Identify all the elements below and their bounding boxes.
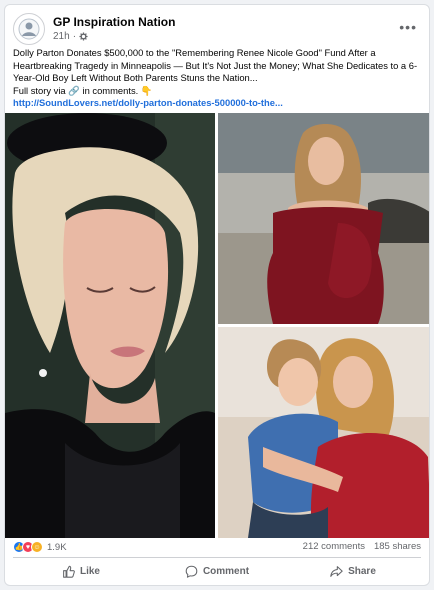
share-button[interactable]: Share — [285, 559, 421, 583]
like-button[interactable]: Like — [13, 559, 149, 583]
post-text-line: Full story via 🔗 in comments. 👇 — [13, 84, 153, 96]
post-link[interactable]: http://SoundLovers.net/dolly-parton-dona… — [13, 97, 423, 110]
post-card: GP Inspiration Nation 21h · ••• Dolly Pa… — [4, 4, 430, 586]
thumbs-up-icon — [63, 565, 75, 578]
photo-top-right[interactable] — [218, 113, 429, 324]
photo-left[interactable] — [5, 113, 215, 538]
post-stats: 👍 ♥ ☺ 1.9K 212 comments 185 shares — [13, 541, 421, 557]
photo-grid — [5, 113, 429, 538]
post-text-line: Year-Old Boy Left Without Both Parents S… — [13, 72, 258, 83]
post-text-line: Dolly Parton Donates $500,000 to the "Re… — [13, 47, 376, 58]
comment-label: Comment — [202, 565, 250, 577]
like-label: Like — [79, 565, 100, 577]
engagement-counts: 212 comments 185 shares — [303, 541, 421, 552]
post-time[interactable]: 21h — [53, 31, 70, 42]
woman-hugging-boy-photo-icon — [218, 327, 429, 538]
comment-button[interactable]: Comment — [149, 559, 285, 583]
comments-count[interactable]: 212 comments — [303, 541, 365, 552]
shares-count[interactable]: 185 shares — [374, 541, 421, 552]
reaction-summary[interactable]: 👍 ♥ ☺ 1.9K — [13, 541, 67, 553]
comment-bubble-icon — [185, 565, 198, 578]
page-avatar[interactable] — [13, 13, 45, 45]
post-actions: Like Comment Share — [13, 559, 421, 583]
settings-gear-icon[interactable] — [79, 32, 88, 41]
share-label: Share — [348, 565, 376, 577]
woman-in-black-portrait-icon — [5, 113, 215, 538]
actions-divider — [13, 557, 421, 558]
post-text-line: Heartbreaking Tragedy in Minneapolis — B… — [13, 59, 418, 71]
post-meta: 21h · — [53, 31, 88, 42]
page-name-link[interactable]: GP Inspiration Nation — [53, 15, 175, 29]
woman-in-red-dress-at-beach-icon — [218, 113, 429, 324]
more-options-icon[interactable]: ••• — [399, 19, 417, 35]
post-header: GP Inspiration Nation 21h · ••• — [13, 13, 421, 47]
care-reaction-icon: ☺ — [31, 541, 43, 553]
post-text: Dolly Parton Donates $500,000 to the "Re… — [13, 47, 423, 110]
page-logo-icon — [18, 18, 40, 40]
reaction-count[interactable]: 1.9K — [47, 542, 67, 553]
photo-bottom-right[interactable] — [218, 327, 429, 538]
share-arrow-icon — [330, 565, 343, 577]
meta-separator: · — [72, 31, 77, 42]
